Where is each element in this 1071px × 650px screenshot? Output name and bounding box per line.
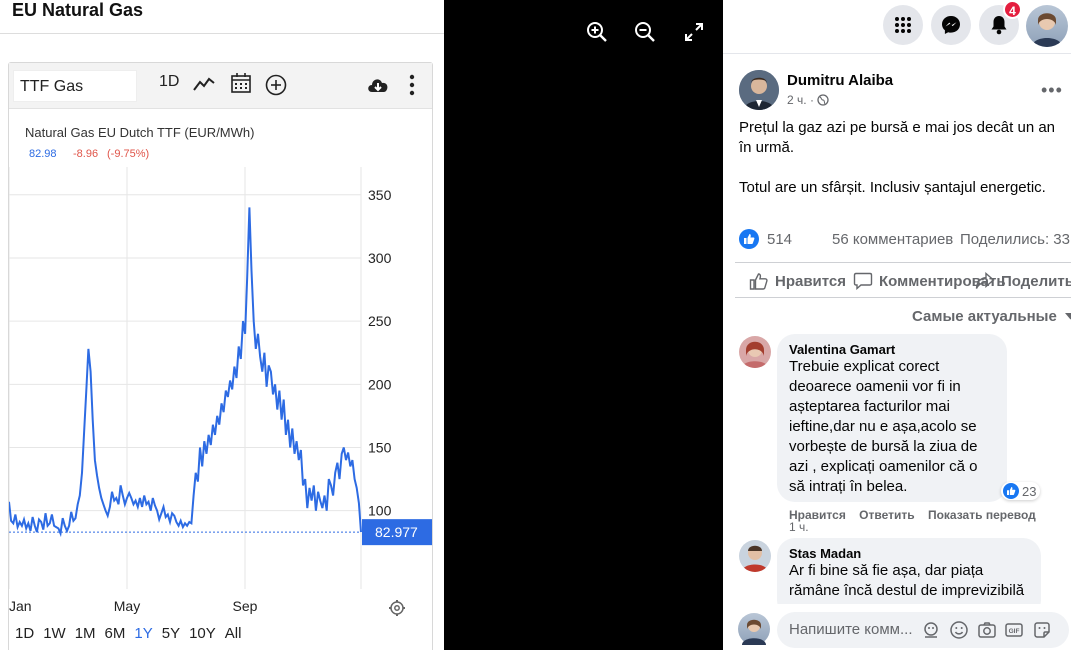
time-range-selector: 1D 1W 1M 6M 1Y 5Y 10Y All [15,625,250,642]
comment-text: Ar fi bine să fie așa, dar piața rămâne … [789,562,1025,599]
y-tick-label: 100 [368,503,392,519]
range-button-all[interactable]: All [225,625,242,642]
commenter-name[interactable]: Valentina Gamart [789,342,995,357]
speech-bubble-icon [853,272,873,290]
chart-widget: TTF Gas 1D 100 150 200 250 300 350 Jan May Sep … [8,62,433,650]
chart-toolbar: TTF Gas 1D [9,63,432,109]
commenter-avatar[interactable] [739,540,771,572]
post-time[interactable]: 2 ч. [787,93,807,107]
chart-name: Natural Gas EU Dutch TTF (EUR/MWh) [25,125,254,140]
comment-sort-dropdown[interactable]: Самые актуальные [912,307,1071,325]
post-meta: 2 ч. · [787,93,829,109]
composer-avatar [738,613,770,645]
comment-input[interactable]: Напишите комм... GIF [777,612,1069,648]
symbol-input[interactable]: TTF Gas [13,70,137,102]
comment-time[interactable]: 1 ч. [789,520,809,534]
likes-count[interactable]: 514 [767,231,792,248]
author-avatar[interactable] [739,70,779,110]
like-reaction-icon[interactable] [739,229,759,253]
range-button-1d[interactable]: 1D [15,625,34,642]
range-button-1m[interactable]: 1M [75,625,96,642]
dot-separator: · [809,93,818,107]
settings-gear-icon[interactable] [389,600,405,616]
post-paragraph: Prețul la gaz azi pe bursă e mai jos dec… [739,119,1056,156]
post-body: Prețul la gaz azi pe bursă e mai jos dec… [739,118,1069,218]
magnifier-minus-icon[interactable] [633,20,657,44]
comment-reactions[interactable]: 23 [1001,482,1041,500]
menu-grid-icon[interactable] [883,5,923,45]
range-button-1w[interactable]: 1W [43,625,66,642]
caret-down-icon [1064,307,1071,324]
post-options-icon[interactable]: ••• [1041,80,1063,101]
comment-text: Trebuie explicat corect deoarece oamenii… [789,358,978,495]
share-label: Поделиться [1001,272,1071,290]
image-panel: EU Natural Gas TTF Gas 1D 10015020025 [0,0,444,650]
shares-count[interactable]: Поделились: 33 [960,231,1070,248]
calendar-icon[interactable] [230,72,252,94]
camera-icon[interactable] [977,620,997,640]
magnifier-plus-icon[interactable] [585,20,609,44]
interval-button[interactable]: 1D [159,73,179,91]
avatar-sticker-icon[interactable] [921,620,941,640]
y-tick-label: 350 [368,187,392,203]
range-button-10y[interactable]: 10Y [189,625,216,642]
photo-viewer-backdrop [444,0,723,650]
chart-change-pct: (-9.75%) [107,148,149,160]
svg-text:GIF: GIF [1009,628,1020,635]
reactions-summary: 514 56 комментариев Поделились: 33 [739,229,1071,251]
top-navigation: 4 [723,0,1071,54]
like-reaction-icon [1003,483,1019,499]
share-arrow-icon [975,272,995,289]
globe-icon [817,94,829,109]
notifications-badge: 4 [1003,0,1022,19]
gif-icon[interactable]: GIF [1004,620,1024,640]
commenter-name[interactable]: Stas Madan [789,546,1029,561]
show-translation-button[interactable]: Показать перевод [928,508,1036,522]
expand-icon[interactable] [682,20,706,44]
sticker-icon[interactable] [1032,620,1052,640]
comment-composer: Напишите комм... GIF [723,604,1071,650]
commenter-avatar[interactable] [739,336,771,368]
post-paragraph: Totul are un sfârșit. Inclusiv șantajul … [739,179,1046,196]
emoji-icon[interactable] [949,620,969,640]
comment-actions: Нравится Ответить Показать перевод [789,508,1036,522]
download-cloud-icon[interactable] [366,76,390,94]
like-label: Нравится [775,272,847,290]
y-tick-label: 250 [368,313,392,329]
thumbs-up-icon [749,273,768,290]
like-button[interactable]: Нравится [749,272,846,290]
more-vertical-icon[interactable] [409,74,415,96]
post-actions: Нравится Комментировать Поделиться [735,262,1071,298]
x-tick-label: May [114,598,140,614]
price-chart[interactable]: 100 150 200 250 300 350 Jan May Sep Natural Gas… [9,109,432,619]
account-avatar[interactable] [1026,5,1068,47]
range-button-1y[interactable]: 1Y [134,625,152,642]
chart-price: 82.98 [29,148,57,160]
range-button-5y[interactable]: 5Y [162,625,180,642]
add-indicator-icon[interactable] [265,74,287,96]
sort-label: Самые актуальные [912,308,1057,325]
x-tick-label: Sep [233,598,258,614]
image-title: EU Natural Gas [12,0,144,20]
divider [0,33,444,34]
price-line [9,207,362,538]
y-tick-label: 200 [368,376,392,392]
last-price-label: 82.977 [375,524,418,540]
y-tick-label: 150 [368,439,392,455]
post-sidebar: 4 Dumitru Alaiba 2 ч. · ••• Prețul la ga… [723,0,1071,650]
messenger-icon[interactable] [931,5,971,45]
range-button-6m[interactable]: 6M [105,625,126,642]
comment-reply-button[interactable]: Ответить [859,508,914,522]
line-chart-icon[interactable] [193,76,215,92]
chart-change: -8.96 [73,148,98,160]
comments-count[interactable]: 56 комментариев [832,231,953,248]
comment-reaction-count: 23 [1022,483,1037,499]
author-name[interactable]: Dumitru Alaiba [787,72,893,89]
x-tick-label: Jan [9,598,32,614]
share-button[interactable]: Поделиться [975,272,1071,290]
comment-bubble: Valentina Gamart Trebuie explicat corect… [777,334,1007,502]
y-tick-label: 300 [368,250,392,266]
comment-input-placeholder: Напишите комм... [789,621,913,638]
